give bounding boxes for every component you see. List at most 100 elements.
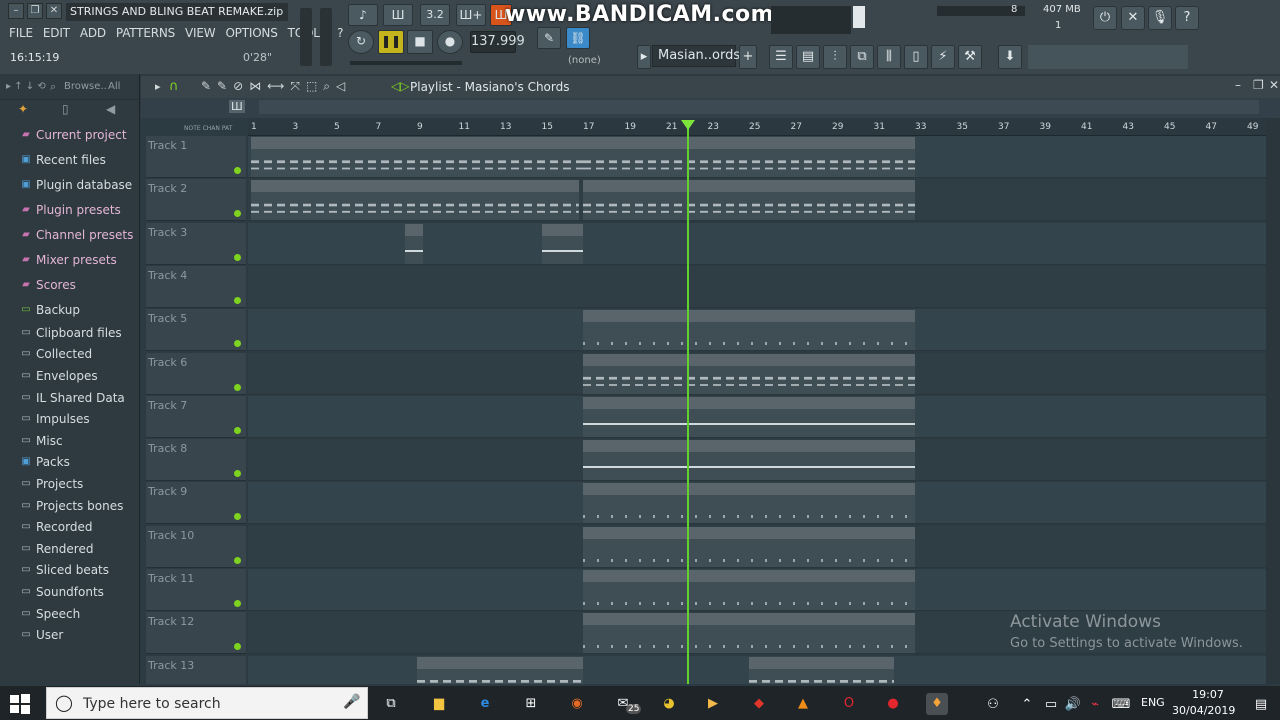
browser-item[interactable]: ▣ Packs [0, 452, 140, 474]
playhead-marker-icon[interactable] [681, 120, 695, 130]
track-mute-led[interactable] [234, 296, 241, 304]
ruler-bar-number[interactable]: 5 [334, 122, 340, 132]
browser-item[interactable]: ▰ Current project [0, 122, 140, 147]
playlist-tools[interactable]: ✎✎⊘⋈⟷⤧⬚⌕◁ [201, 79, 351, 94]
pattern-mode-icon[interactable]: Ш [229, 100, 245, 113]
playlist-menu-icon[interactable]: ▸ [155, 80, 161, 93]
track-header[interactable]: Track 7 [146, 395, 246, 438]
firefox-icon[interactable]: ◉ [566, 693, 588, 715]
track-lane[interactable]: ▤ Pattern 17 ▤ Masiano's Chords #2 [248, 655, 1266, 684]
ruler-bar-number[interactable]: 41 [1081, 122, 1092, 132]
track-mute-led[interactable] [234, 470, 241, 478]
track-mute-led[interactable] [234, 426, 241, 434]
browser-item[interactable]: ▭ Recorded [0, 516, 140, 538]
pattern-clip[interactable]: ▤ Masiano's Str_Ohh [583, 440, 915, 481]
opera-icon[interactable]: O [838, 693, 860, 715]
ruler-bar-number[interactable]: 21 [666, 122, 677, 132]
track-header[interactable]: Track 8 [146, 439, 246, 482]
time-ruler[interactable]: 1 3 5 7 9 11 13 15 17 19 21 23 25 27 29 31 33 35 37 39 41 43 4… [248, 118, 1268, 136]
microphone-icon[interactable]: 🎤 [343, 694, 360, 710]
browser-item[interactable]: ▭ Clipboard files [0, 322, 140, 344]
file-explorer-icon[interactable]: ▆ [428, 693, 450, 715]
ruler-bar-number[interactable]: 7 [376, 122, 382, 132]
ruler-bar-number[interactable]: 23 [708, 122, 719, 132]
ruler-bar-number[interactable]: 15 [542, 122, 553, 132]
browser-item[interactable]: ▰ Plugin presets [0, 197, 140, 222]
track-lane[interactable]: ▤ Masiano's Chords ▤ Masiano's Chords [248, 136, 1266, 178]
keyboard-icon[interactable]: ⌨ [1110, 694, 1132, 716]
ruler-bar-number[interactable]: 31 [874, 122, 885, 132]
track-mute-led[interactable] [234, 513, 241, 521]
ruler-bar-number[interactable]: 37 [998, 122, 1009, 132]
channel-rack-icon[interactable]: ⫶ [823, 45, 847, 69]
menu-help[interactable]: ? [332, 24, 348, 42]
browser-item[interactable]: ▭ Projects bones [0, 495, 140, 517]
pattern-clip[interactable]: ▤ Masiano's Chords [583, 137, 915, 177]
browser-item[interactable]: ▭ Rendered [0, 538, 140, 560]
track-lane[interactable]: ▸ ▤ VE_04 [248, 222, 1266, 265]
track-lane[interactable]: ▤ Masiano's Chords 2 ▤ Masiano's Chords 2 [248, 179, 1266, 222]
plug-icon[interactable]: ⚒ [958, 45, 982, 69]
taskbar-search[interactable]: ◯ Type here to search 🎤 [46, 687, 368, 719]
pattern-clip[interactable]: ▤ Masiano's SD 5 [583, 310, 915, 351]
pattern-clip[interactable]: ▸ [404, 223, 424, 264]
master-volume-slider[interactable] [300, 8, 312, 66]
ruler-note[interactable]: NOTE [184, 125, 201, 132]
pause-button[interactable]: ❚❚ [378, 30, 404, 54]
pattern-clip[interactable]: ▤ Masiano's Hat [583, 396, 915, 437]
ruler-bar-number[interactable]: 1 [251, 122, 257, 132]
browser-sort-icon[interactable]: ✦ [18, 102, 28, 116]
browser-item[interactable]: ▭ Backup [0, 297, 140, 322]
clock-date[interactable]: 30/04/2019 [1172, 704, 1235, 717]
ruler-bar-number[interactable]: 25 [749, 122, 760, 132]
pattern-clip[interactable]: ▤ Masiano's Chords #2 [749, 656, 895, 684]
ruler-bar-number[interactable]: 19 [625, 122, 636, 132]
track-lane[interactable]: ▤ Masiano's Snare (7) [248, 525, 1266, 568]
track-header[interactable]: Track 5 [146, 309, 246, 352]
ruler-bar-number[interactable]: 29 [832, 122, 843, 132]
horizontal-scroll-track[interactable] [259, 100, 1259, 114]
pattern-clip[interactable]: ▤ Pattern 17 [417, 656, 583, 684]
add-pattern-icon[interactable]: + [739, 45, 757, 69]
close-icon[interactable]: ✕ [46, 3, 62, 19]
download-icon[interactable]: ⬇ [998, 45, 1022, 69]
browser-icon[interactable]: ▯ [904, 45, 928, 69]
browser-item[interactable]: ▭ Soundfonts [0, 581, 140, 603]
browser-item[interactable]: ▭ Envelopes [0, 365, 140, 387]
mixer-icon[interactable]: ⧉ [850, 45, 874, 69]
browser-item[interactable]: ▭ Collected [0, 344, 140, 366]
browser-item[interactable]: ▭ IL Shared Data [0, 387, 140, 409]
browser-item[interactable]: ▰ Channel presets [0, 222, 140, 247]
track-header[interactable]: Track 3 [146, 222, 246, 265]
track-lane[interactable]: ▤ Masiano's ClpSnare [248, 569, 1266, 611]
track-lane[interactable]: ▤ Masiano's 808 (8) [248, 352, 1266, 395]
pattern-clip[interactable]: ▤ Masiano's Snare (7) [583, 526, 915, 567]
track-header[interactable]: Track 9 [146, 482, 246, 525]
browser-item[interactable]: ▭ Projects [0, 473, 140, 495]
tray-chevron-icon[interactable]: ⌃ [1016, 694, 1038, 716]
ruler-bar-number[interactable]: 3 [293, 122, 299, 132]
clock-time[interactable]: 19:07 [1178, 688, 1238, 701]
browser-file-icon[interactable]: ▯ [62, 102, 69, 116]
track-mute-led[interactable] [234, 600, 241, 607]
playlist-close-icon[interactable]: ✕ [1269, 78, 1279, 92]
browser-search[interactable]: Browse.. [64, 81, 107, 92]
pattern-clip[interactable]: ▤ Masiano's 808 (8) [583, 353, 915, 394]
restore-icon[interactable]: ❐ [27, 3, 43, 19]
playlist-max-icon[interactable]: ❐ [1253, 78, 1264, 92]
ruler-bar-number[interactable]: 47 [1206, 122, 1217, 132]
browser-item[interactable]: ▣ Plugin database [0, 172, 140, 197]
track-header[interactable]: Track 2 [146, 179, 246, 222]
fl-studio-taskbar-icon[interactable]: ♦ [926, 693, 948, 715]
track-lane[interactable]: ▤ Masiano's Str_Ohh [248, 439, 1266, 482]
track-header[interactable]: Track 6 [146, 352, 246, 395]
menu-file[interactable]: FILE [4, 24, 38, 42]
menu-patterns[interactable]: PATTERNS [111, 24, 180, 42]
store-icon[interactable]: ⊞ [520, 693, 542, 715]
track-mute-led[interactable] [234, 556, 241, 564]
track-lane[interactable] [248, 265, 1266, 308]
notifications-icon[interactable]: ▤ [1250, 694, 1272, 716]
task-view-icon[interactable]: ⧉ [380, 693, 402, 715]
record-button[interactable]: ● [437, 30, 463, 54]
track-header[interactable]: Track 13 [146, 655, 246, 684]
